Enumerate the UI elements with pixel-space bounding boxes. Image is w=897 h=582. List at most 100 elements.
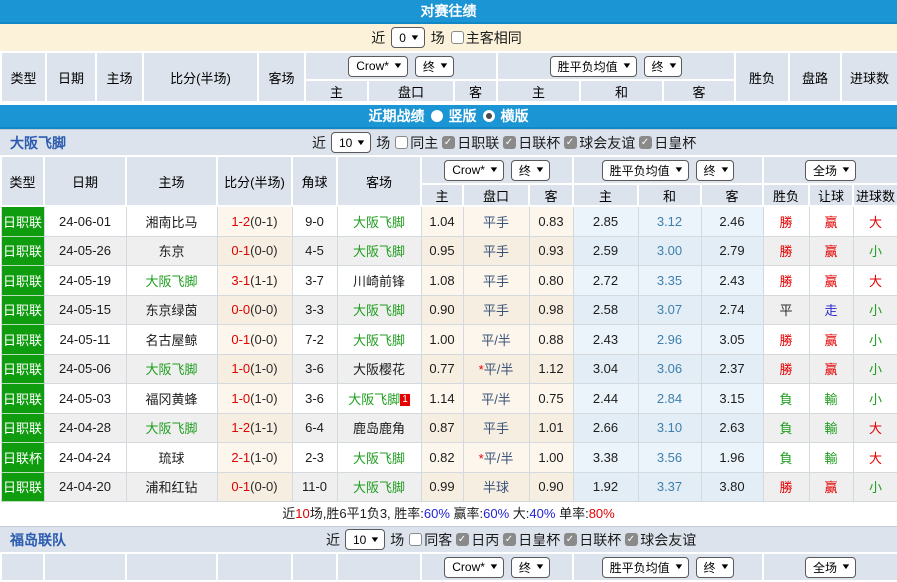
date-cell: 24-04-20 — [44, 472, 126, 502]
horizontal-layout-radio[interactable] — [483, 110, 495, 122]
handicap-result-cell: 赢 — [809, 325, 853, 355]
date-cell: 24-04-24 — [44, 443, 126, 473]
away-odds-cell: 0.75 — [529, 384, 573, 414]
filter-checkbox-label-1[interactable]: 日职联 — [457, 133, 499, 153]
col-score: 比分(半场) — [217, 156, 292, 206]
matches-label: 场 — [431, 28, 445, 48]
chevron-down-icon: ▼ — [438, 62, 449, 70]
odds-time-select[interactable]: 终▼ — [415, 56, 454, 77]
home-team-cell: 东京绿茵 — [126, 295, 217, 325]
bookmaker-select[interactable]: Crow*▼ — [444, 160, 504, 181]
filter-checkbox-label-3[interactable]: 日联杯 — [579, 530, 621, 550]
filter-checkbox-0[interactable] — [395, 136, 408, 149]
league-cell: 日职联 — [1, 384, 44, 414]
avg-draw-cell: 2.84 — [638, 384, 701, 414]
col-handicap: 盘口 — [463, 184, 529, 206]
avg-home-cell: 3.04 — [573, 354, 638, 384]
match-row: 日职联24-05-11名古屋鲸0-1(0-0)7-2大阪飞脚1.00平/半0.8… — [1, 325, 897, 355]
bookmaker-select[interactable]: Crow*▼ — [444, 557, 504, 578]
filter-checkbox-label-4[interactable]: 球会友谊 — [640, 530, 696, 550]
goals-cell: 小 — [853, 384, 897, 414]
summary-segment: 60% — [483, 506, 509, 521]
chevron-down-icon: ▼ — [534, 563, 545, 571]
filter-checkbox-label-2[interactable]: 日皇杯 — [518, 530, 560, 550]
h2h-title: 对赛往绩 — [421, 1, 477, 21]
filter-checkbox-3[interactable] — [564, 136, 577, 149]
goals-cell: 小 — [853, 325, 897, 355]
odds-time-select[interactable]: 终▼ — [511, 160, 550, 181]
col-date: 日期 — [44, 156, 126, 206]
handicap-cell: 平/半 — [463, 384, 529, 414]
filter-checkbox-4[interactable] — [639, 136, 652, 149]
date-cell: 24-05-26 — [44, 236, 126, 266]
avg-time-select[interactable]: 终▼ — [696, 557, 735, 578]
away-odds-cell: 0.83 — [529, 206, 573, 236]
handicap-result-cell: 赢 — [809, 472, 853, 502]
vertical-layout-label[interactable]: 竖版 — [449, 106, 477, 126]
avg-time-select[interactable]: 终▼ — [644, 56, 683, 77]
odds-time-select[interactable]: 终▼ — [511, 557, 550, 578]
chevron-down-icon: ▼ — [719, 563, 730, 571]
fukushima-matches-table: Crow*▼ 终▼ 胜平负均值▼ 终▼ 全场▼ — [0, 552, 897, 582]
gamba-summary: 近10场,胜6平1负3, 胜率:60% 赢率:60% 大:40% 单率:80% — [0, 502, 897, 526]
avg-away-cell: 3.15 — [701, 384, 763, 414]
filter-checkbox-label-0[interactable]: 同主 — [410, 133, 438, 153]
filter-checkbox-1[interactable] — [442, 136, 455, 149]
filter-checkbox-label-0[interactable]: 主客相同 — [466, 28, 522, 48]
recent-form-bar: 近期战绩 竖版 横版 — [0, 105, 897, 129]
match-row: 日职联24-05-26东京0-1(0-0)4-5大阪飞脚0.95平手0.932.… — [1, 236, 897, 266]
score-cell: 1-2(1-1) — [217, 413, 292, 443]
goals-cell: 大 — [853, 206, 897, 236]
match-count-select[interactable]: 10▼ — [331, 132, 371, 153]
corners-cell: 3-7 — [292, 266, 337, 296]
avg-home-cell: 2.44 — [573, 384, 638, 414]
vertical-layout-radio[interactable] — [431, 110, 443, 122]
score-cell: 0-1(0-0) — [217, 236, 292, 266]
handicap-cell: 平手 — [463, 206, 529, 236]
summary-segment: 80% — [589, 506, 615, 521]
avg-odds-select[interactable]: 胜平负均值▼ — [602, 160, 689, 181]
handicap-cell: 平手 — [463, 236, 529, 266]
horizontal-layout-label[interactable]: 横版 — [501, 106, 529, 126]
avg-away-cell: 2.79 — [701, 236, 763, 266]
filter-checkbox-label-1[interactable]: 日丙 — [471, 530, 499, 550]
date-cell: 24-05-11 — [44, 325, 126, 355]
match-count-select[interactable]: 10▼ — [345, 529, 385, 550]
avg-draw-cell: 3.10 — [638, 413, 701, 443]
team-name: 福岛联队 — [10, 530, 66, 550]
filter-checkbox-0[interactable] — [451, 31, 464, 44]
match-count-select[interactable]: 0▼ — [391, 27, 425, 48]
corners-cell: 3-6 — [292, 354, 337, 384]
scope-select[interactable]: 全场▼ — [805, 557, 856, 578]
match-row: 日职联24-06-01湘南比马1-2(0-1)9-0大阪飞脚1.04平手0.83… — [1, 206, 897, 236]
handicap-result-cell: 赢 — [809, 206, 853, 236]
chevron-down-icon: ▼ — [392, 62, 403, 70]
date-cell: 24-05-19 — [44, 266, 126, 296]
handicap-result-cell: 赢 — [809, 236, 853, 266]
avg-odds-select[interactable]: 胜平负均值▼ — [602, 557, 689, 578]
corners-cell: 3-6 — [292, 384, 337, 414]
avg-odds-select[interactable]: 胜平负均值▼ — [550, 56, 637, 77]
fukushima-filter-checkboxes: 同客日丙日皇杯日联杯球会友谊 — [409, 530, 700, 550]
filter-checkbox-label-3[interactable]: 球会友谊 — [579, 133, 635, 153]
match-row: 日职联24-04-20浦和红钻0-1(0-0)11-0大阪飞脚0.99半球0.9… — [1, 472, 897, 502]
scope-select[interactable]: 全场▼ — [805, 160, 856, 181]
goals-cell: 大 — [853, 443, 897, 473]
h2h-filter-row: 近 0▼ 场 主客相同 — [0, 24, 897, 51]
handicap-result-cell: 輸 — [809, 413, 853, 443]
bookmaker-select[interactable]: Crow*▼ — [348, 56, 408, 77]
handicap-cell: 平手 — [463, 295, 529, 325]
col-handicap-trend: 盘路 — [789, 52, 841, 102]
summary-segment: 近 — [282, 506, 295, 521]
col-avg-home: 主 — [573, 184, 638, 206]
filter-checkbox-2[interactable] — [503, 136, 516, 149]
avg-time-select[interactable]: 终▼ — [696, 160, 735, 181]
filter-checkbox-label-2[interactable]: 日联杯 — [518, 133, 560, 153]
league-cell: 日职联 — [1, 266, 44, 296]
match-row: 日职联24-04-28大阪飞脚1-2(1-1)6-4鹿岛鹿角0.87平手1.01… — [1, 413, 897, 443]
away-team-cell: 鹿岛鹿角 — [337, 413, 421, 443]
away-odds-cell: 1.12 — [529, 354, 573, 384]
filter-checkbox-label-4[interactable]: 日皇杯 — [654, 133, 696, 153]
goals-cell: 小 — [853, 295, 897, 325]
filter-checkbox-label-0[interactable]: 同客 — [424, 530, 452, 550]
